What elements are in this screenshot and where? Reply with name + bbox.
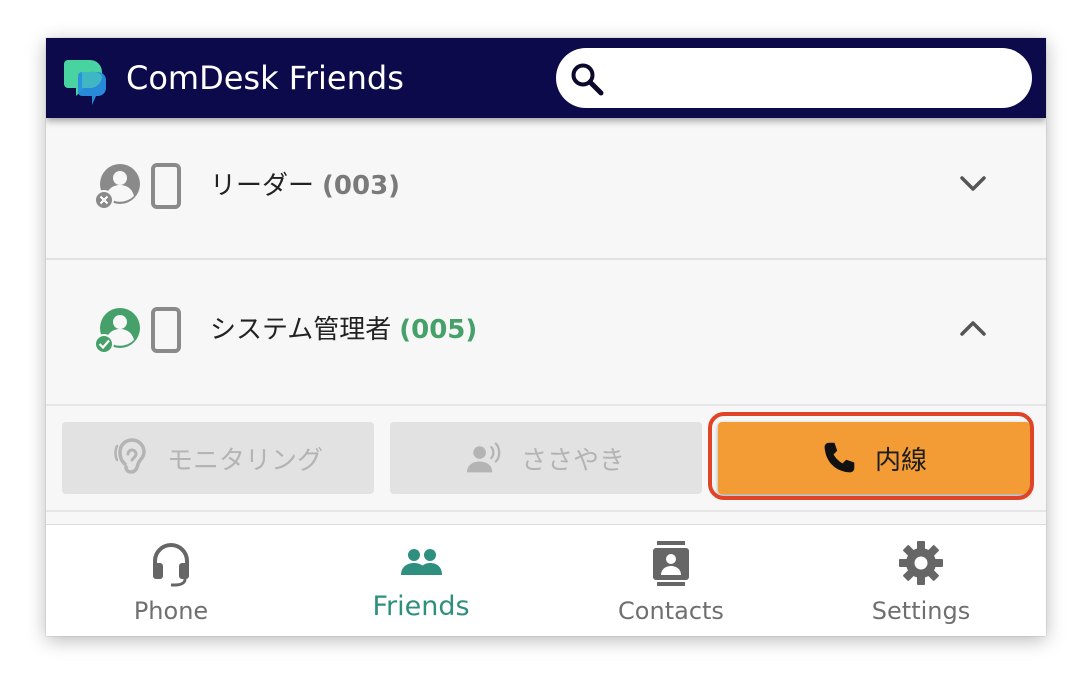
ear-icon bbox=[114, 438, 146, 474]
nav-friends[interactable]: Friends bbox=[296, 525, 546, 636]
user-offline-icon bbox=[94, 164, 140, 210]
app-title: ComDesk Friends bbox=[126, 59, 404, 97]
extension-label: 内線 bbox=[874, 445, 927, 476]
app-window: ComDesk Friends リーダー (003) システム管理者 (005)… bbox=[46, 38, 1046, 636]
nav-label: Settings bbox=[871, 597, 971, 625]
mobile-phone-icon bbox=[151, 163, 181, 209]
nav-label: Friends bbox=[372, 591, 470, 622]
group-label: システム管理者 (005) bbox=[210, 314, 477, 346]
app-bar: ComDesk Friends bbox=[46, 38, 1046, 118]
group-label: リーダー (003) bbox=[210, 170, 400, 202]
headset-icon bbox=[153, 543, 189, 587]
people-icon bbox=[401, 549, 442, 575]
search-input[interactable] bbox=[618, 58, 1012, 100]
bottom-navigation: Phone Friends Contacts Settings bbox=[46, 524, 1046, 636]
search-box[interactable] bbox=[556, 48, 1032, 108]
phone-handset-icon bbox=[824, 442, 855, 473]
chevron-down-icon[interactable] bbox=[958, 168, 988, 198]
mobile-phone-icon bbox=[151, 307, 181, 353]
gear-icon bbox=[899, 541, 943, 585]
group-name: リーダー bbox=[210, 171, 315, 201]
nav-phone[interactable]: Phone bbox=[46, 525, 296, 636]
nav-label: Contacts bbox=[618, 597, 724, 625]
comdesk-logo-icon bbox=[64, 60, 106, 105]
contact-card-icon bbox=[653, 541, 689, 586]
nav-contacts[interactable]: Contacts bbox=[546, 525, 796, 636]
search-icon[interactable] bbox=[570, 62, 604, 96]
monitoring-button[interactable]: モニタリング bbox=[62, 422, 374, 494]
group-row-system-admin[interactable]: システム管理者 (005) bbox=[46, 260, 1046, 406]
nav-label: Phone bbox=[133, 597, 209, 625]
chevron-up-icon[interactable] bbox=[958, 314, 988, 344]
group-count: (005) bbox=[399, 315, 478, 345]
whisper-button[interactable]: ささやき bbox=[390, 422, 702, 494]
action-bar: モニタリング ささやき 内線 bbox=[46, 406, 1046, 512]
user-online-icon bbox=[94, 308, 140, 354]
monitoring-label: モニタリング bbox=[166, 445, 323, 476]
nav-settings[interactable]: Settings bbox=[796, 525, 1046, 636]
speaking-person-icon bbox=[466, 442, 501, 473]
whisper-label: ささやき bbox=[520, 445, 625, 476]
group-count: (003) bbox=[322, 171, 401, 201]
group-name: システム管理者 bbox=[210, 315, 392, 345]
group-row-leader[interactable]: リーダー (003) bbox=[46, 118, 1046, 260]
extension-call-button[interactable]: 内線 bbox=[718, 422, 1030, 494]
